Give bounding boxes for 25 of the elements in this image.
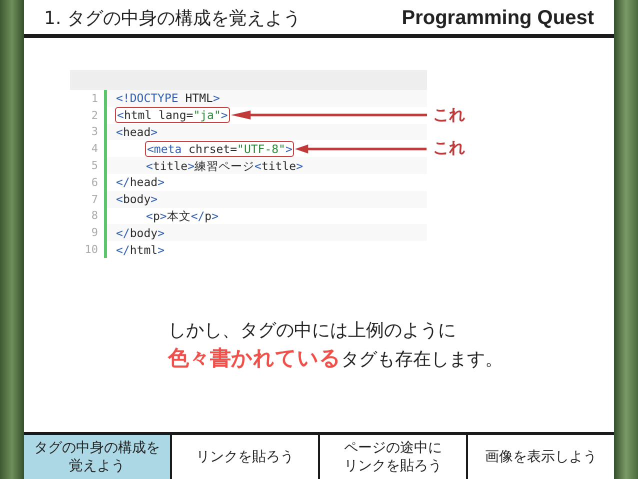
note-label: これ <box>433 104 465 126</box>
code-line: <body> <box>115 192 159 206</box>
line-number: 7 <box>90 192 99 206</box>
code-line: <title>練習ページ<title> <box>145 158 304 173</box>
line-number: 5 <box>90 159 99 172</box>
line-number: 8 <box>90 209 99 222</box>
message-text: しかし、タグの中には上例のように <box>168 318 457 342</box>
message-text: 色々書かれているタグも存在します。 <box>168 344 504 372</box>
line-number: 4 <box>90 142 99 156</box>
lesson-tab[interactable]: タグの中身の構成を 覚えよう <box>24 435 170 479</box>
code-line: <!DOCTYPE HTML> <box>115 91 221 106</box>
code-line: </head> <box>115 175 166 190</box>
line-number: 6 <box>90 176 99 189</box>
code-line: </html> <box>115 242 166 257</box>
code-line: </body> <box>115 226 166 240</box>
slide-title: 1. タグの中身の構成を覚えよう <box>44 7 301 30</box>
code-line: <p>本文</p> <box>145 208 220 223</box>
line-number: 2 <box>90 108 99 122</box>
line-number: 3 <box>90 125 99 138</box>
line-number: 10 <box>84 243 99 256</box>
code-line: <head> <box>115 124 159 139</box>
line-number: 9 <box>90 226 99 240</box>
line-number: 1 <box>90 92 99 105</box>
note-label: これ <box>433 138 465 160</box>
brand-name: Programming Quest <box>402 7 594 30</box>
